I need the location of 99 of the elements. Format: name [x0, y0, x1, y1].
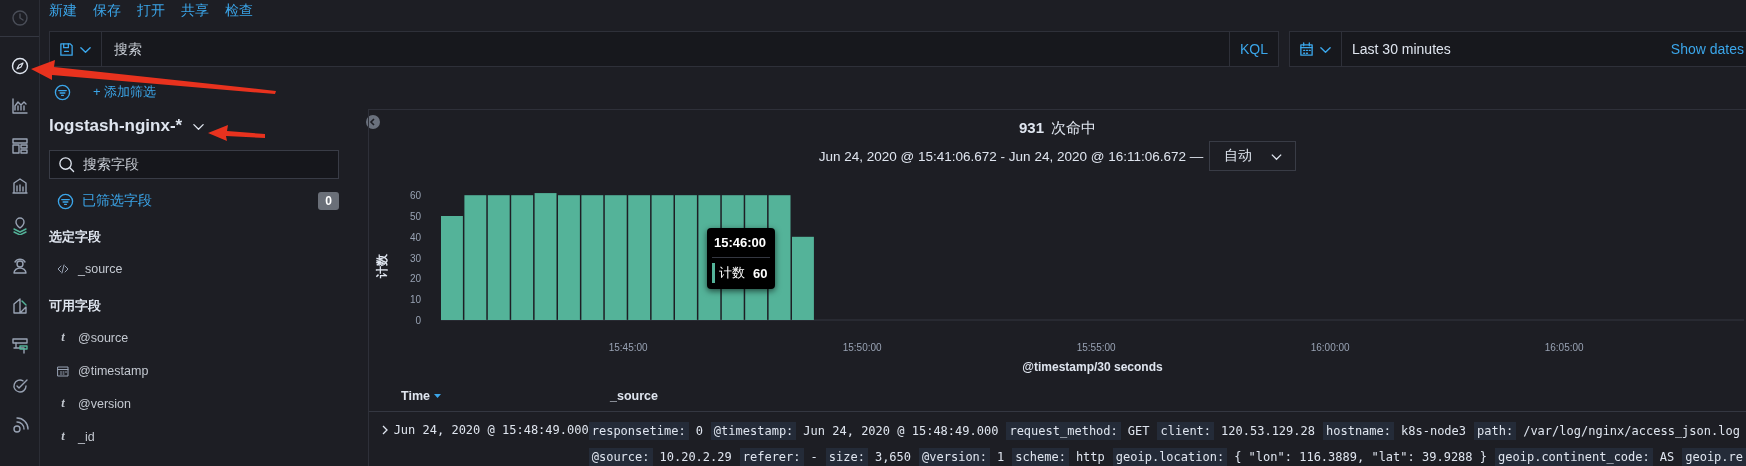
- add-filter-button[interactable]: + 添加筛选: [93, 83, 157, 101]
- y-tick-label: 60: [409, 190, 421, 202]
- field-key: responsetime:: [588, 422, 689, 440]
- menu-link[interactable]: 打开: [137, 2, 165, 20]
- type-glyph: t: [60, 429, 66, 444]
- tooltip-label: 计数: [719, 264, 745, 282]
- bar[interactable]: [511, 195, 534, 320]
- field-search[interactable]: 搜索字段: [49, 150, 339, 179]
- column-header[interactable]: Time: [401, 388, 430, 403]
- bar[interactable]: [628, 195, 651, 320]
- field-value: 3,650: [873, 449, 912, 466]
- field-key: scheme:: [1012, 448, 1069, 466]
- server-icon[interactable]: [10, 337, 29, 355]
- section-title: 选定字段: [49, 228, 102, 246]
- field-key: size:: [825, 448, 868, 466]
- shapes-icon[interactable]: [10, 297, 29, 315]
- field-key: client:: [1157, 422, 1215, 440]
- section-title: 可用字段: [49, 297, 102, 315]
- annotation-arrow: [208, 125, 265, 141]
- map-pin-icon[interactable]: [10, 217, 29, 235]
- sort-icon[interactable]: [432, 391, 442, 400]
- y-tick-label: 40: [409, 231, 421, 243]
- field-value: AS: [1658, 449, 1675, 466]
- x-tick-label: 16:05:00: [1544, 342, 1584, 353]
- field-key: geoip.continent_code:: [1495, 448, 1653, 466]
- field-value: 0: [694, 423, 703, 440]
- field-key: hostname:: [1323, 422, 1394, 440]
- x-tick-label: 16:00:00: [1310, 342, 1350, 353]
- hit-label: 次命中: [1051, 119, 1096, 138]
- field-search-input[interactable]: 搜索字段: [81, 156, 338, 173]
- x-tick-label: 15:50:00: [842, 342, 882, 353]
- code-icon: [57, 262, 69, 275]
- field-value: { "lon": 116.3889, "lat": 39.9288 }: [1233, 449, 1488, 466]
- y-tick-label: 0: [415, 315, 421, 326]
- field-value: -: [809, 449, 818, 466]
- field-key: @source:: [588, 448, 653, 466]
- field-value: 1: [996, 449, 1005, 466]
- search-field[interactable]: 搜索: [102, 32, 1229, 66]
- filtered-fields-toggle[interactable]: 已筛选字段: [82, 192, 311, 210]
- field-key: @version:: [919, 448, 991, 466]
- y-axis-title: 计数: [375, 254, 389, 278]
- table-cell-text: Jun 24, 2020 @ 15:48:49.000: [393, 422, 589, 439]
- check-circle-icon[interactable]: [10, 377, 29, 395]
- field-value: Jun 24, 2020 @ 15:48:49.000: [802, 423, 999, 440]
- tooltip-value: 60: [753, 265, 768, 281]
- menu-link[interactable]: 共享: [181, 2, 209, 20]
- x-axis-title: @timestamp/30 seconds: [1022, 360, 1163, 374]
- field-value: /var/log/nginx/access_json.log: [1522, 423, 1740, 440]
- type-glyph: t: [60, 330, 66, 345]
- count-badge: 0: [318, 192, 339, 210]
- menu-link[interactable]: 新建: [49, 2, 77, 20]
- y-tick-label: 10: [409, 294, 421, 306]
- field-key: referer:: [739, 448, 804, 466]
- building-icon[interactable]: [10, 177, 29, 195]
- filter-icon: [54, 83, 71, 101]
- field-key: request_method:: [1006, 422, 1121, 440]
- save-icon: [59, 41, 74, 57]
- x-tick-label: 15:55:00: [1076, 342, 1116, 353]
- menu-link[interactable]: 检查: [225, 2, 253, 20]
- filter-icon[interactable]: [57, 192, 74, 210]
- field-value: GET: [1126, 423, 1150, 440]
- field-value: k8s-node3: [1400, 423, 1467, 440]
- tooltip-title: 15:46:00: [712, 233, 770, 258]
- compass-icon[interactable]: [10, 57, 29, 75]
- field-key: path:: [1474, 422, 1517, 440]
- index-pattern-title[interactable]: logstash-nginx-*: [49, 116, 183, 136]
- field-key: @timestamp:: [710, 422, 797, 440]
- calendar-icon: [1299, 41, 1314, 57]
- signal-icon[interactable]: [10, 417, 29, 435]
- y-tick-label: 50: [409, 210, 421, 222]
- column-header[interactable]: _source: [610, 388, 658, 403]
- field-key: geoip.location:: [1112, 448, 1228, 466]
- y-tick-label: 20: [409, 273, 421, 285]
- hit-count: 931: [1019, 119, 1044, 138]
- y-tick-label: 30: [409, 252, 421, 264]
- date-range-text: Last 30 minutes: [1351, 40, 1452, 59]
- user-icon[interactable]: [10, 257, 29, 275]
- calendar-icon: [57, 364, 69, 377]
- search-icon: [58, 156, 75, 173]
- clock-icon: [10, 9, 29, 27]
- field-value: 10.20.2.29: [658, 449, 732, 466]
- field-name[interactable]: @timestamp: [78, 363, 149, 378]
- field-value: http: [1074, 449, 1105, 466]
- kql-button[interactable]: KQL: [1229, 32, 1278, 66]
- time-range-text: Jun 24, 2020 @ 15:41:06.672 - Jun 24, 2020 @ 16:11:06.672 —: [818, 148, 1204, 164]
- type-glyph: t: [60, 396, 66, 411]
- field-name[interactable]: @source: [78, 330, 129, 345]
- menu-link[interactable]: 保存: [93, 2, 121, 20]
- field-key: geoip.re: [1682, 448, 1746, 466]
- field-value: 120.53.129.28: [1220, 423, 1315, 440]
- query-bar[interactable]: 搜索 KQL: [49, 31, 1279, 67]
- x-tick-label: 15:45:00: [608, 342, 648, 353]
- dashboard-icon[interactable]: [10, 137, 29, 155]
- chart-icon[interactable]: [10, 97, 29, 115]
- field-name[interactable]: _id: [78, 429, 95, 444]
- interval-select[interactable]: 自动: [1209, 141, 1297, 171]
- show-dates-link[interactable]: Show dates: [1670, 32, 1746, 66]
- field-name[interactable]: @version: [78, 396, 131, 411]
- field-name[interactable]: _source: [78, 261, 123, 276]
